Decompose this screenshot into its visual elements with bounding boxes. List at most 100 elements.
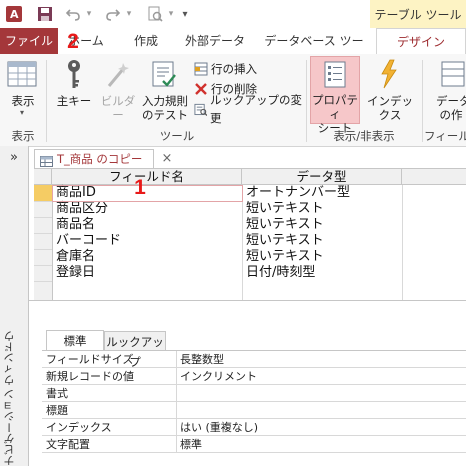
property-row[interactable]: 新規レコードの値 インクリメント [42, 368, 466, 385]
print-preview-icon[interactable] [146, 5, 164, 23]
property-row[interactable]: 文字配置 標準 [42, 436, 466, 453]
view-button[interactable]: 表示 [4, 94, 42, 108]
tools-group-label: ツール [159, 129, 195, 143]
field-name-cell[interactable]: バーコード [56, 233, 236, 249]
primary-key-button[interactable]: 主キー [56, 94, 92, 108]
test-validation-rules-button[interactable]: 入力規則 のテスト [140, 94, 190, 122]
property-sheet-icon [323, 61, 347, 89]
tab-database-tools[interactable]: データベース ツール [260, 28, 368, 74]
row-selector-current[interactable] [34, 185, 52, 202]
tab-lookup[interactable]: ルックアップ [104, 331, 166, 369]
insert-rows-icon [194, 62, 208, 76]
tab-design[interactable]: デザイン [376, 28, 466, 55]
insert-rows-button[interactable]: 行の挿入 [194, 60, 304, 78]
field-name-cell[interactable]: 倉庫名 [56, 249, 236, 265]
row-selector[interactable] [34, 233, 52, 250]
primary-key-icon[interactable] [62, 58, 86, 92]
property-row[interactable]: 書式 [42, 385, 466, 402]
data-type-cell[interactable]: 短いテキスト [246, 217, 406, 233]
insert-rows-label: 行の挿入 [211, 62, 257, 76]
annotation-step-1: 1 [134, 176, 146, 199]
annotation-step-2: 2 [67, 30, 79, 53]
undo-icon[interactable] [64, 5, 82, 23]
test-validation-rules-line1: 入力規則 [142, 94, 188, 108]
pane-splitter[interactable] [28, 300, 466, 301]
property-value[interactable]: 標準 [180, 436, 202, 453]
data-type-header: データ型 [242, 169, 402, 185]
property-label: 新規レコードの値 [46, 370, 134, 383]
builder-icon[interactable] [104, 60, 132, 90]
tab-general[interactable]: 標準 [46, 330, 104, 350]
property-label: 文字配置 [46, 438, 90, 451]
modify-lookups-icon [194, 103, 207, 116]
tab-create[interactable]: 作成 [124, 28, 168, 54]
view-group-label: 表示 [11, 129, 35, 143]
property-row[interactable]: 標題 [42, 402, 466, 419]
document-tab[interactable]: T_商品 のコピー [34, 149, 154, 169]
description-header [402, 169, 466, 185]
redo-dropdown-icon[interactable]: ▾ [124, 5, 134, 23]
undo-dropdown-icon[interactable]: ▾ [84, 5, 94, 23]
create-data-macros-icon[interactable] [440, 60, 466, 90]
delete-rows-icon [195, 83, 207, 95]
svg-text:A: A [10, 8, 19, 21]
tab-file[interactable]: ファイル [0, 28, 58, 54]
table-design-grid: フィールド名 データ型 商品ID オートナンバー型 商品区分 短いテキスト 商品… [34, 168, 466, 300]
contextual-tab-group-label: テーブル ツール [370, 0, 466, 29]
builder-button[interactable]: ビルダー [96, 94, 140, 122]
view-dropdown-icon[interactable]: ▾ [16, 108, 28, 117]
table-row: 倉庫名 短いテキスト [52, 249, 466, 265]
test-validation-rules-line2: のテスト [142, 108, 188, 122]
row-selector[interactable] [34, 217, 52, 234]
property-sheet-line1: プロパティ [312, 93, 358, 121]
create-data-macros-line2: の作 [439, 108, 463, 122]
create-data-macros-button[interactable]: データ の作 [436, 94, 466, 122]
property-label: 標題 [46, 404, 68, 417]
modify-lookups-label: ルックアップの変更 [209, 93, 302, 125]
modify-lookups-button[interactable]: ルックアップの変更 [194, 93, 306, 125]
data-type-cell[interactable]: オートナンバー型 [246, 185, 406, 201]
indexes-button[interactable]: インデックス [362, 94, 418, 122]
document-tab-title: T_商品 のコピー [57, 152, 143, 166]
redo-icon[interactable] [104, 5, 122, 23]
group-separator [422, 60, 423, 142]
print-preview-dropdown-icon[interactable]: ▾ [166, 5, 176, 23]
show-hide-group-label: 表示/非表示 [333, 129, 395, 143]
document-close-icon[interactable]: × [160, 150, 174, 168]
data-type-cell[interactable]: 日付/時刻型 [246, 265, 406, 281]
data-type-cell[interactable]: 短いテキスト [246, 233, 406, 249]
field-record-events-group-label: フィールド [424, 129, 466, 143]
property-column-divider [176, 351, 177, 453]
property-label: インデックス [46, 421, 112, 434]
property-row[interactable]: インデックス はい (重複なし) [42, 419, 466, 436]
navigation-pane-title[interactable]: ナビゲーション ウィンドウ [2, 170, 26, 474]
nav-pane-toggle-icon[interactable]: » [0, 150, 28, 165]
customize-quick-access-icon[interactable]: ▾ [178, 5, 192, 23]
view-icon[interactable] [6, 60, 40, 90]
property-label: 書式 [46, 387, 68, 400]
field-name-cell[interactable]: 商品名 [56, 217, 236, 233]
property-value[interactable]: 長整数型 [180, 351, 224, 368]
indexes-icon[interactable] [376, 58, 402, 90]
table-row: 登録日 日付/時刻型 [52, 265, 466, 281]
table-row: 商品区分 短いテキスト [52, 201, 466, 217]
test-validation-rules-icon[interactable] [151, 60, 177, 90]
field-name-cell[interactable]: 登録日 [56, 265, 236, 281]
row-selector[interactable] [34, 249, 52, 266]
row-selector[interactable] [34, 201, 52, 218]
table-row: バーコード 短いテキスト [52, 233, 466, 249]
tab-external-data[interactable]: 外部データ [180, 28, 250, 54]
row-selector[interactable] [34, 265, 52, 282]
field-name-cell[interactable]: 商品区分 [56, 201, 236, 217]
row-selector-header [34, 169, 52, 185]
property-value[interactable]: インクリメント [180, 368, 257, 385]
property-value[interactable]: はい (重複なし) [180, 419, 258, 436]
save-icon[interactable] [36, 5, 54, 23]
property-row[interactable]: フィールドサイズ 長整数型 [42, 351, 466, 368]
create-data-macros-line1: データ [436, 94, 466, 108]
property-sheet-button[interactable]: プロパティ シート [310, 56, 360, 135]
data-type-cell[interactable]: 短いテキスト [246, 249, 406, 265]
table-row: 商品名 短いテキスト [52, 217, 466, 233]
data-type-cell[interactable]: 短いテキスト [246, 201, 406, 217]
access-app-icon[interactable]: A [6, 5, 22, 23]
